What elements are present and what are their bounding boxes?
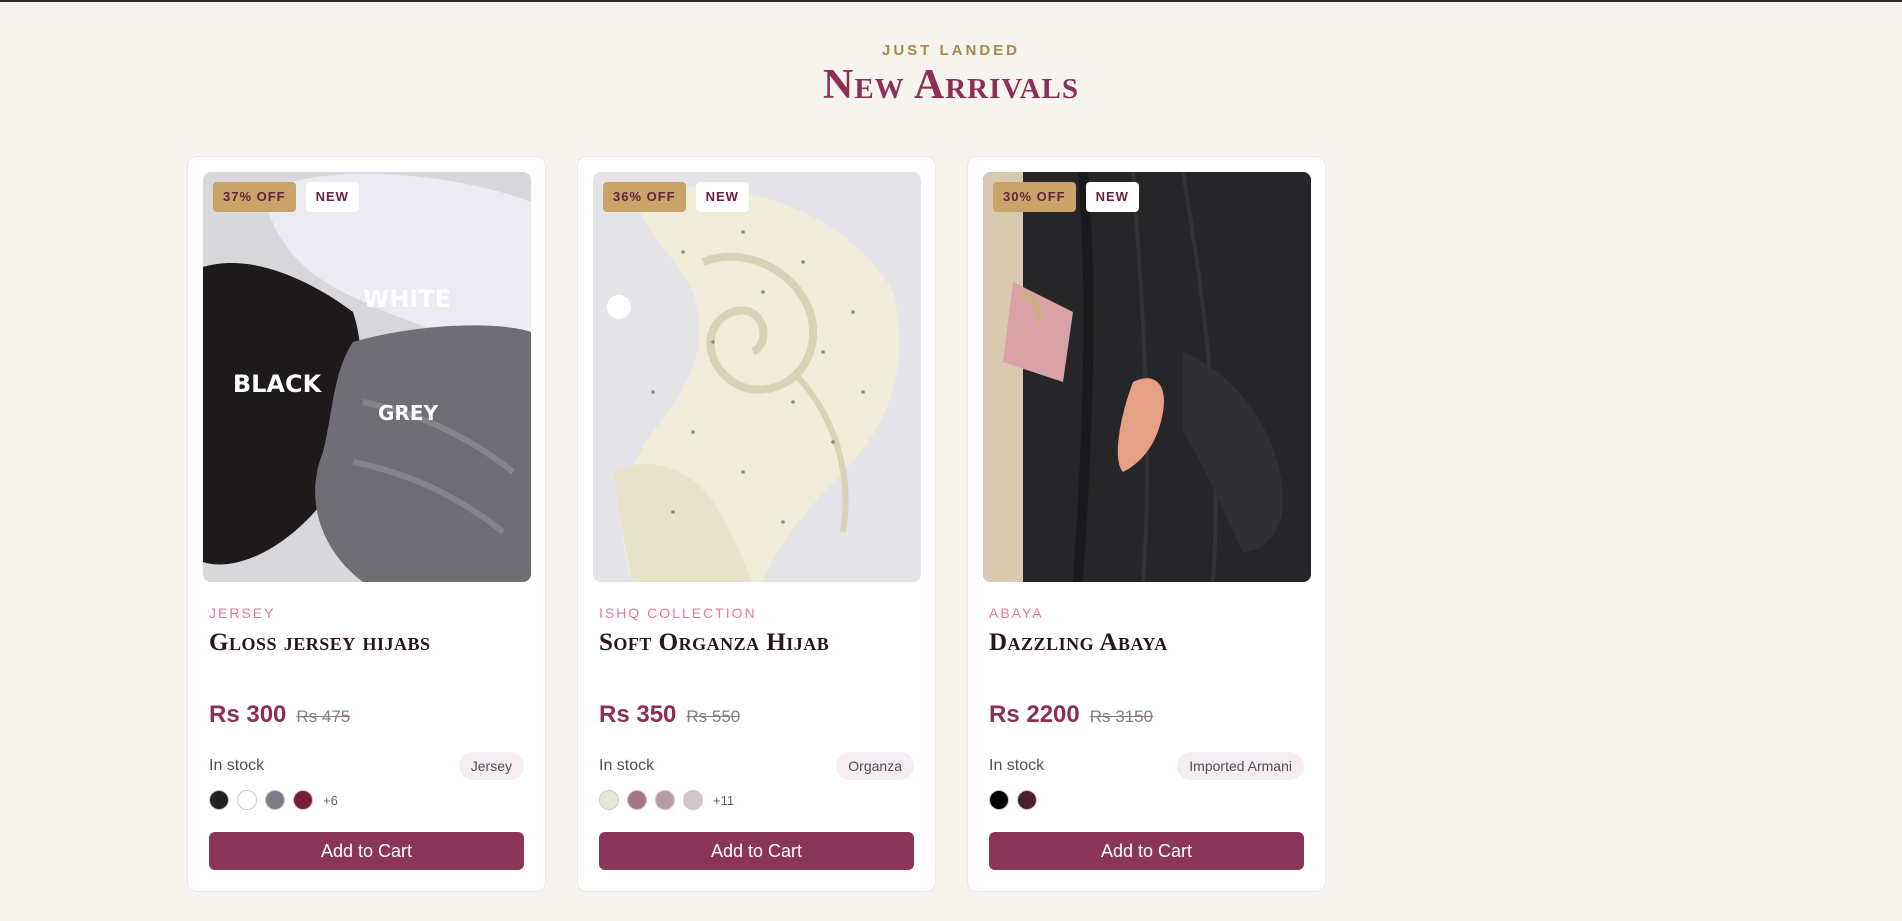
color-swatches: +6: [209, 790, 338, 810]
product-grid: WHITE BLACK GREY 37% OFF NEW JERSEY Glos…: [187, 156, 1326, 892]
color-swatch[interactable]: [265, 790, 285, 810]
more-colors-count[interactable]: +11: [713, 793, 734, 808]
stock-row: In stock Imported Armani: [989, 752, 1304, 780]
badge-group: 37% OFF NEW: [213, 182, 359, 212]
material-tag: Jersey: [458, 752, 524, 780]
material-tag: Imported Armani: [1177, 752, 1304, 780]
color-swatch[interactable]: [683, 790, 703, 810]
stock-status: In stock: [599, 757, 655, 774]
stock-status: In stock: [209, 757, 265, 774]
badge-group: 30% OFF NEW: [993, 182, 1139, 212]
original-price: Rs 550: [686, 707, 741, 726]
product-card[interactable]: 30% OFF NEW ABAYA Dazzling Abaya Rs 2200…: [967, 156, 1326, 892]
color-swatch[interactable]: [237, 790, 257, 810]
color-swatch[interactable]: [293, 790, 313, 810]
product-image-organza: [593, 172, 921, 582]
product-image-abaya: [983, 172, 1311, 582]
original-price: Rs 3150: [1089, 707, 1154, 726]
color-swatch[interactable]: [209, 790, 229, 810]
price-group: Rs 350 Rs 550: [599, 701, 740, 729]
product-name[interactable]: Gloss jersey hijabs: [209, 629, 530, 657]
color-swatches: [989, 790, 1037, 810]
product-category[interactable]: JERSEY: [209, 605, 530, 621]
material-tag: Organza: [836, 752, 914, 780]
discount-badge: 37% OFF: [213, 182, 296, 212]
more-colors-count[interactable]: +6: [323, 793, 338, 808]
price: Rs 350: [599, 701, 677, 728]
price: Rs 300: [209, 701, 287, 728]
stock-row: In stock Jersey: [209, 752, 524, 780]
image-label-grey: GREY: [378, 401, 438, 425]
product-image[interactable]: WHITE BLACK GREY 37% OFF NEW: [203, 172, 531, 582]
add-to-cart-button[interactable]: Add to Cart: [209, 832, 524, 870]
badge-group: 36% OFF NEW: [603, 182, 749, 212]
discount-badge: 36% OFF: [603, 182, 686, 212]
product-card[interactable]: 36% OFF NEW ISHQ COLLECTION Soft Organza…: [577, 156, 936, 892]
new-badge: NEW: [305, 182, 359, 212]
new-badge: NEW: [695, 182, 749, 212]
color-swatch[interactable]: [599, 790, 619, 810]
color-swatch[interactable]: [1017, 790, 1037, 810]
color-swatch[interactable]: [627, 790, 647, 810]
stock-row: In stock Organza: [599, 752, 914, 780]
product-image-jersey: WHITE BLACK GREY: [203, 172, 531, 582]
color-swatch[interactable]: [989, 790, 1009, 810]
new-badge: NEW: [1085, 182, 1139, 212]
add-to-cart-button[interactable]: Add to Cart: [599, 832, 914, 870]
product-category[interactable]: ISHQ COLLECTION: [599, 605, 920, 621]
section-title: New Arrivals: [823, 62, 1079, 108]
original-price: Rs 475: [296, 707, 351, 726]
image-label-black: BLACK: [233, 370, 323, 398]
product-card[interactable]: WHITE BLACK GREY 37% OFF NEW JERSEY Glos…: [187, 156, 546, 892]
price-group: Rs 300 Rs 475: [209, 701, 350, 729]
price-group: Rs 2200 Rs 3150: [989, 701, 1153, 729]
product-image[interactable]: 30% OFF NEW: [983, 172, 1311, 582]
product-image[interactable]: 36% OFF NEW: [593, 172, 921, 582]
stock-status: In stock: [989, 757, 1045, 774]
section-header: JUST LANDED New Arrivals: [0, 2, 1902, 109]
color-swatches: +11: [599, 790, 734, 810]
discount-badge: 30% OFF: [993, 182, 1076, 212]
color-swatch[interactable]: [655, 790, 675, 810]
product-name[interactable]: Dazzling Abaya: [989, 629, 1310, 657]
price: Rs 2200: [989, 701, 1080, 728]
section-eyebrow: JUST LANDED: [881, 42, 1020, 59]
add-to-cart-button[interactable]: Add to Cart: [989, 832, 1304, 870]
product-category[interactable]: ABAYA: [989, 605, 1310, 621]
product-name[interactable]: Soft Organza Hijab: [599, 629, 920, 657]
image-label-white: WHITE: [363, 285, 451, 313]
